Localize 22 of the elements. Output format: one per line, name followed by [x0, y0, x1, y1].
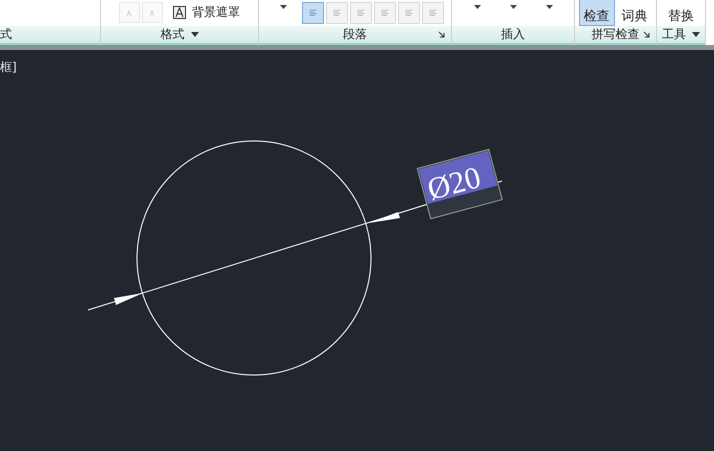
- background-mask-icon[interactable]: [173, 6, 186, 20]
- caret-icon[interactable]: [546, 5, 552, 10]
- ribbon-button[interactable]: 检查: [578, 0, 614, 26]
- dimension-label: Ø20: [416, 148, 503, 220]
- panel-title: 拼写检查: [592, 26, 640, 43]
- ribbon-button[interactable]: 替换: [663, 0, 699, 26]
- panel-title: 段落: [343, 26, 367, 43]
- panel-title: 式: [0, 26, 12, 43]
- align-button[interactable]: [302, 2, 324, 24]
- background-mask-label[interactable]: 背景遮罩: [192, 4, 240, 22]
- panel-title: 格式: [160, 26, 184, 43]
- caret-icon[interactable]: [510, 5, 516, 10]
- command-prompt-text: 框]: [0, 59, 17, 76]
- caret-icon[interactable]: [692, 32, 700, 37]
- caret-icon[interactable]: [474, 5, 480, 10]
- caret-icon[interactable]: [280, 5, 286, 10]
- ribbon-button[interactable]: 词典: [616, 0, 652, 26]
- launcher-icon[interactable]: [643, 30, 650, 38]
- panel-title: 工具: [662, 26, 686, 43]
- caret-icon[interactable]: [190, 32, 198, 37]
- panel-title: 插入: [501, 26, 525, 43]
- launcher-icon[interactable]: [438, 30, 445, 38]
